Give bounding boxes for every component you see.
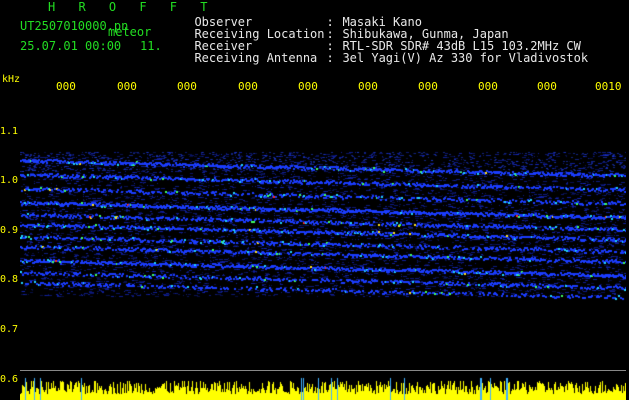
info-sep: : — [326, 51, 334, 65]
x-tick-label: 000 — [117, 80, 137, 93]
y-tick-label: 0.6 — [0, 374, 19, 385]
x-tick-label: 000 — [298, 80, 318, 93]
x-tick-label: 000 — [418, 80, 438, 93]
y-tick-label: 0.7 — [0, 324, 19, 335]
timestamp: 25.07.01 00:00 — [20, 39, 122, 53]
y-tick-label: 0.9 — [0, 225, 19, 236]
y-tick-label: 1.0 — [0, 175, 19, 186]
y-axis-unit: kHz — [2, 74, 21, 85]
x-tick-label: 000 — [56, 80, 76, 93]
y-tick-label: 0.8 — [0, 274, 19, 285]
x-tick-label: 000 — [358, 80, 378, 93]
y-tick-label: 1.1 — [0, 126, 19, 137]
spectrogram-canvas — [20, 97, 626, 400]
x-tick-label: 000 — [238, 80, 258, 93]
meteor-label: meteor — [108, 25, 152, 39]
baseline-divider — [20, 370, 626, 371]
count-value: 11. — [140, 39, 162, 53]
x-tick-label: 000 — [537, 80, 557, 93]
x-tick-label: 0010 — [595, 80, 622, 93]
info-key: Receiving Antenna — [194, 51, 318, 65]
info-row-antenna: Receiving Antenna:3el Yagi(V) Az 330 for… — [180, 40, 588, 64]
info-value: 3el Yagi(V) Az 330 for Vladivostok — [342, 51, 589, 65]
x-tick-label: 000 — [177, 80, 197, 93]
x-tick-label: 000 — [478, 80, 498, 93]
